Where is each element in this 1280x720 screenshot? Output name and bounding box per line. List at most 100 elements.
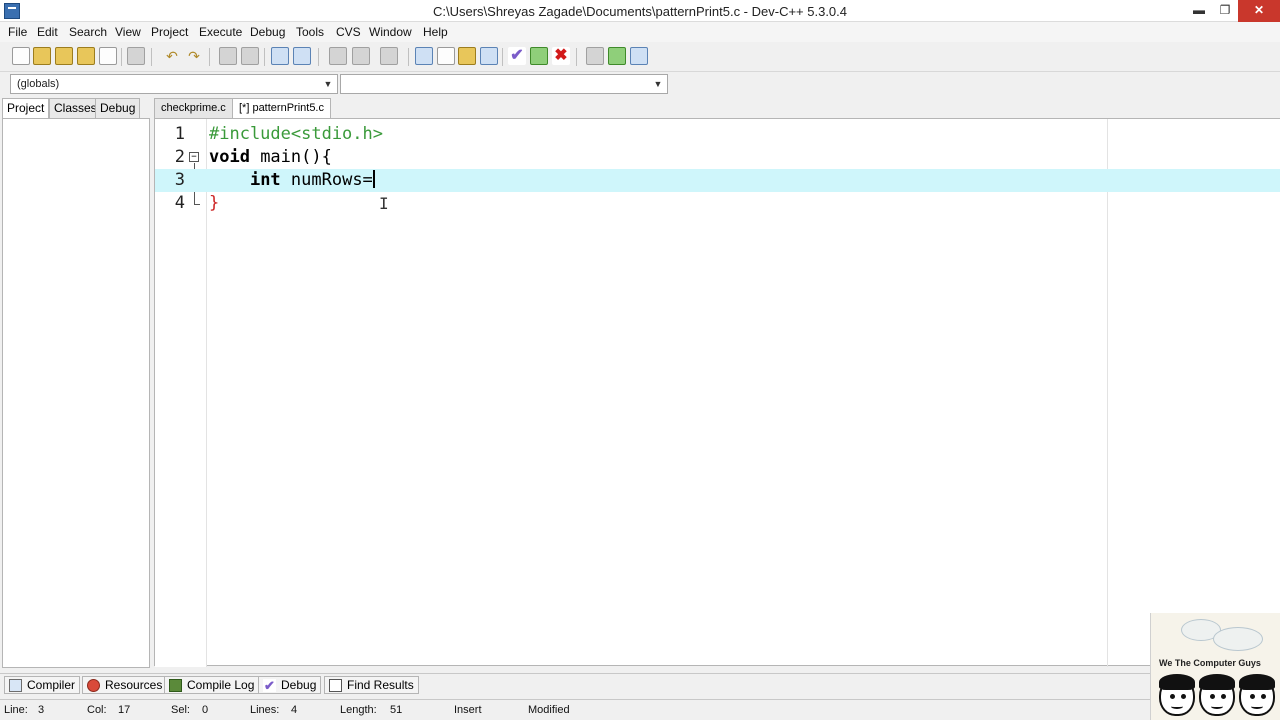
code-line[interactable]: 4 }	[155, 192, 1280, 215]
tab-compile-log[interactable]: Compile Log	[164, 676, 260, 694]
minimize-button[interactable]: ▬	[1186, 0, 1212, 22]
tab-debug[interactable]: Debug	[95, 98, 141, 118]
class-browser-icon[interactable]	[415, 47, 433, 65]
face-icon	[1239, 674, 1275, 716]
code-text: #include<stdio.h>	[209, 124, 383, 144]
left-panel-tabs: Project Classes Debug	[0, 98, 150, 119]
window-title: C:\Users\Shreyas Zagade\Documents\patter…	[432, 4, 848, 19]
status-line-label: Line:	[4, 704, 28, 716]
tab-project[interactable]: Project	[2, 98, 50, 119]
menu-execute[interactable]: Execute	[199, 25, 242, 39]
bottom-panel-tabs: Compiler Resources Compile Log ✔ Debug F…	[0, 673, 1150, 695]
replace-icon[interactable]	[241, 47, 259, 65]
rebuild-all-icon[interactable]: ✖	[552, 47, 570, 65]
compile-run-icon[interactable]	[530, 47, 548, 65]
run-icon[interactable]	[608, 47, 626, 65]
menu-help[interactable]: Help	[423, 25, 448, 39]
ibeam-cursor-icon: I	[379, 194, 389, 213]
scope-select[interactable]: (globals) ▼	[10, 74, 338, 94]
status-col-label: Col:	[87, 704, 107, 716]
tab-classes[interactable]: Classes	[49, 98, 102, 118]
project-panel[interactable]	[2, 118, 150, 668]
status-lines-label: Lines:	[250, 704, 280, 716]
tab-label: Find Results	[347, 678, 414, 692]
insert-icon[interactable]	[458, 47, 476, 65]
toolbar-separator	[121, 48, 122, 66]
chevron-down-icon[interactable]: ▼	[651, 76, 665, 92]
toolbar-separator	[151, 48, 152, 66]
print-icon[interactable]	[127, 47, 145, 65]
compile-log-icon	[169, 679, 182, 692]
tab-label: Compiler	[27, 678, 76, 692]
code-text: void main(){	[209, 146, 332, 169]
close-button[interactable]: ✕	[1238, 0, 1280, 22]
cloud-icon	[1213, 627, 1263, 651]
face-icon	[1199, 674, 1235, 716]
chevron-down-icon[interactable]: ▼	[321, 76, 335, 92]
status-sel-value: 0	[202, 704, 209, 716]
compile-icon[interactable]: ✔	[508, 47, 526, 65]
menu-file[interactable]: File	[8, 25, 27, 39]
save-icon[interactable]	[55, 47, 73, 65]
undo-icon[interactable]: ↶	[163, 47, 181, 65]
line-number: 2	[174, 147, 185, 167]
status-col-value: 17	[118, 704, 131, 716]
debug-check-icon: ✔	[263, 678, 276, 693]
code-line[interactable]: 2 − void main(){	[155, 146, 1280, 169]
tab-find-results[interactable]: Find Results	[324, 676, 419, 694]
status-line-value: 3	[38, 704, 45, 716]
code-line[interactable]: 1 #include<stdio.h>	[155, 123, 1280, 146]
menu-debug[interactable]: Debug	[250, 25, 285, 39]
keyword-int: int	[249, 170, 281, 190]
close-file-icon[interactable]	[99, 47, 117, 65]
scope-select-value: (globals)	[17, 78, 60, 90]
goto-line-icon[interactable]	[271, 47, 289, 65]
save-all-icon[interactable]	[77, 47, 95, 65]
menu-project[interactable]: Project	[151, 25, 188, 39]
code-text: }	[209, 193, 220, 213]
tab-checkprime[interactable]: checkprime.c	[154, 98, 233, 118]
scope-bar: (globals) ▼ ▼	[0, 72, 1280, 96]
code-editor[interactable]: 1 #include<stdio.h> 2 − void main(){ 3 i…	[154, 118, 1280, 667]
logo-text: We The Computer Guys	[1159, 658, 1261, 668]
toolbar-separator	[408, 48, 409, 66]
menu-cvs[interactable]: CVS	[336, 25, 361, 39]
tab-label: Resources	[105, 678, 163, 692]
menu-bar: File Edit Search View Project Execute De…	[0, 22, 1280, 42]
resources-icon	[87, 679, 100, 692]
open-file-icon[interactable]	[33, 47, 51, 65]
fold-collapse-icon[interactable]: −	[189, 152, 199, 162]
tab-debug-output[interactable]: ✔ Debug	[258, 676, 322, 694]
toolbar-separator	[502, 48, 503, 66]
new-class-icon[interactable]	[437, 47, 455, 65]
tab-compiler[interactable]: Compiler	[4, 676, 81, 694]
code-line-current[interactable]: 3 int numRows=	[155, 169, 1280, 192]
redo-icon[interactable]: ↷	[185, 47, 203, 65]
project-options-icon[interactable]	[380, 47, 398, 65]
find-icon[interactable]	[219, 47, 237, 65]
title-bar: C:\Users\Shreyas Zagade\Documents\patter…	[0, 0, 1280, 22]
tab-patternprint5[interactable]: [*] patternPrint5.c	[232, 98, 331, 119]
menu-search[interactable]: Search	[69, 25, 107, 39]
menu-view[interactable]: View	[115, 25, 141, 39]
menu-edit[interactable]: Edit	[37, 25, 58, 39]
toolbar-separator	[576, 48, 577, 66]
profile-icon[interactable]	[630, 47, 648, 65]
menu-tools[interactable]: Tools	[296, 25, 324, 39]
new-file-icon[interactable]	[12, 47, 30, 65]
status-length-label: Length:	[340, 704, 377, 716]
status-lines-value: 4	[291, 704, 298, 716]
menu-window[interactable]: Window	[369, 25, 412, 39]
code-rest: numRows=	[280, 170, 373, 190]
project-add-icon[interactable]	[329, 47, 347, 65]
find-results-icon	[329, 679, 342, 692]
toggle-icon[interactable]	[480, 47, 498, 65]
maximize-button[interactable]: ❐	[1212, 0, 1238, 22]
tab-resources[interactable]: Resources	[82, 676, 168, 694]
toolbar-separator	[209, 48, 210, 66]
function-select[interactable]: ▼	[340, 74, 668, 94]
toggle-bookmark-icon[interactable]	[293, 47, 311, 65]
text-caret	[372, 170, 375, 188]
debug-icon[interactable]	[586, 47, 604, 65]
project-remove-icon[interactable]	[352, 47, 370, 65]
